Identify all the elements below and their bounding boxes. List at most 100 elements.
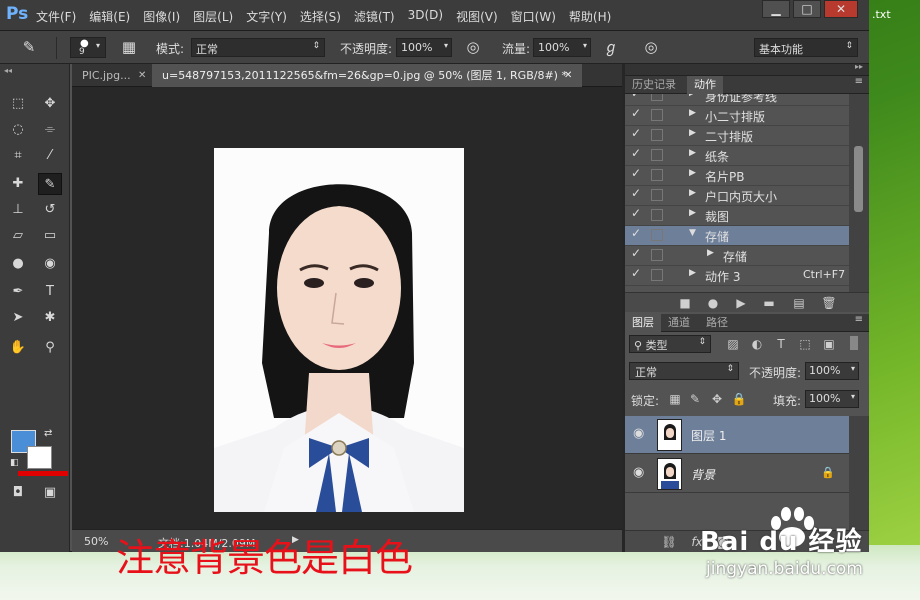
lock-transparent-icon[interactable]: ▦: [665, 389, 685, 409]
lock-image-icon[interactable]: ✎: [685, 389, 705, 409]
scrollbar-thumb[interactable]: [854, 146, 863, 212]
dodge-tool-icon[interactable]: ◉: [38, 253, 62, 275]
action-row[interactable]: ✓ ▶ 户口内页大小: [625, 186, 849, 206]
actions-scrollbar[interactable]: [849, 94, 869, 292]
flow-input[interactable]: 100% ▾: [533, 38, 591, 57]
collapsed-triangle-icon[interactable]: ▶: [689, 208, 696, 218]
tab-paths[interactable]: 路径: [699, 314, 735, 332]
dialog-toggle-box[interactable]: [651, 269, 663, 281]
action-row[interactable]: ✓ ▶ 名片PB: [625, 166, 849, 186]
tab-layers[interactable]: 图层: [625, 314, 661, 332]
zoom-tool-icon[interactable]: ⚲: [38, 337, 62, 359]
collapsed-triangle-icon[interactable]: ▶: [689, 188, 696, 198]
menu-item[interactable]: 文字(Y): [246, 8, 287, 25]
swap-colors-icon[interactable]: ⇄: [44, 428, 52, 439]
close-button[interactable]: ✕: [824, 0, 858, 18]
default-colors-icon[interactable]: ◧: [10, 458, 19, 468]
menu-item[interactable]: 图层(L): [193, 8, 233, 25]
dialog-toggle-box[interactable]: [651, 249, 663, 261]
menu-item[interactable]: 视图(V): [456, 8, 498, 25]
dialog-toggle-box[interactable]: [651, 94, 663, 101]
crop-tool-icon[interactable]: ⌗: [6, 145, 30, 167]
maximize-button[interactable]: □: [793, 0, 821, 18]
opacity-input[interactable]: 100% ▾: [396, 38, 452, 57]
collapsed-triangle-icon[interactable]: ▶: [689, 128, 696, 138]
menu-item[interactable]: 3D(D): [408, 8, 443, 25]
play-icon[interactable]: ▶: [731, 293, 751, 313]
blur-tool-icon[interactable]: ●: [6, 253, 30, 275]
collapse-icon[interactable]: ◂◂: [4, 66, 12, 75]
check-icon[interactable]: ✓: [631, 226, 645, 240]
zoom-level[interactable]: 50%: [84, 535, 108, 548]
lock-all-icon[interactable]: 🔒: [729, 389, 749, 409]
type-tool-icon[interactable]: T: [38, 281, 62, 303]
action-row[interactable]: ✓ ▶ 存储: [625, 246, 849, 266]
menu-item[interactable]: 帮助(H): [569, 8, 611, 25]
check-icon[interactable]: ✓: [631, 166, 645, 180]
healing-brush-tool-icon[interactable]: ✚: [6, 173, 30, 195]
check-icon[interactable]: ✓: [631, 206, 645, 220]
menu-item[interactable]: 选择(S): [300, 8, 341, 25]
id-photo[interactable]: [214, 148, 464, 512]
minimize-button[interactable]: ▁: [762, 0, 790, 18]
collapsed-triangle-icon[interactable]: ▶: [689, 94, 696, 98]
smart-object-filter-icon[interactable]: ▣: [819, 334, 839, 354]
custom-shape-tool-icon[interactable]: ✱: [38, 307, 62, 329]
shape-filter-icon[interactable]: ⬚: [795, 334, 815, 354]
visibility-eye-icon[interactable]: ◉: [633, 465, 644, 480]
brush-preset-picker[interactable]: ● 9 ▾: [70, 37, 106, 58]
pen-tool-icon[interactable]: ✒: [6, 281, 30, 303]
action-row[interactable]: ✓ ▶ 裁图: [625, 206, 849, 226]
tab-actions[interactable]: 动作: [687, 76, 723, 94]
check-icon[interactable]: ✓: [631, 94, 645, 100]
menu-item[interactable]: 文件(F): [36, 8, 76, 25]
dialog-toggle-box[interactable]: [651, 229, 663, 241]
visibility-eye-icon[interactable]: ◉: [633, 426, 644, 441]
type-filter-icon[interactable]: T: [771, 334, 791, 354]
dialog-toggle-box[interactable]: [651, 169, 663, 181]
filter-toggle[interactable]: [850, 336, 858, 350]
quick-selection-tool-icon[interactable]: ⌯: [38, 119, 62, 141]
hand-tool-icon[interactable]: ✋: [6, 337, 30, 359]
brush-tool-icon[interactable]: ✎: [18, 36, 40, 58]
dialog-toggle-box[interactable]: [651, 209, 663, 221]
pixel-filter-icon[interactable]: ▨: [723, 334, 743, 354]
fill-input[interactable]: 100% ▾: [805, 390, 859, 408]
action-row[interactable]: ✓ ▶ 二寸排版: [625, 126, 849, 146]
menu-item[interactable]: 窗口(W): [511, 8, 556, 25]
tab-history[interactable]: 历史记录: [625, 76, 683, 94]
menu-item[interactable]: 滤镜(T): [354, 8, 395, 25]
path-selection-tool-icon[interactable]: ➤: [6, 307, 30, 329]
move-tool-icon[interactable]: ✥: [38, 93, 62, 115]
marquee-tool-icon[interactable]: ⬚: [6, 93, 30, 115]
screen-mode-icon[interactable]: ▣: [38, 482, 62, 504]
check-icon[interactable]: ✓: [631, 126, 645, 140]
action-row[interactable]: ✓ ▶ 身份证参考线: [625, 94, 849, 106]
close-tab-icon[interactable]: ✕: [564, 64, 572, 87]
check-icon[interactable]: ✓: [631, 246, 645, 260]
close-tab-icon[interactable]: ✕: [138, 64, 146, 87]
blend-mode-select[interactable]: 正常 ⇕: [629, 362, 739, 380]
eraser-tool-icon[interactable]: ▱: [6, 225, 30, 247]
workspace-select[interactable]: 基本功能 ⇕: [754, 38, 858, 57]
clone-stamp-tool-icon[interactable]: ⊥: [6, 199, 30, 221]
action-row[interactable]: ✓ ▶ 小二寸排版: [625, 106, 849, 126]
brush-tool-button-icon[interactable]: ✎: [38, 173, 62, 195]
menu-item[interactable]: 图像(I): [143, 8, 180, 25]
dialog-toggle-box[interactable]: [651, 189, 663, 201]
mode-select[interactable]: 正常 ⇕: [191, 38, 325, 57]
dialog-toggle-box[interactable]: [651, 149, 663, 161]
tab-active-document[interactable]: u=548797153,2011122565&fm=26&gp=0.jpg @ …: [152, 64, 582, 87]
desktop-file-label[interactable]: .txt: [872, 8, 891, 21]
check-icon[interactable]: ✓: [631, 106, 645, 120]
link-layers-icon[interactable]: ⛓: [659, 532, 679, 552]
eyedropper-tool-icon[interactable]: ⁄: [38, 145, 62, 167]
collapsed-triangle-icon[interactable]: ▶: [689, 268, 696, 278]
tab-pic-jpg[interactable]: PIC.jpg... ✕: [72, 64, 150, 87]
airbrush-icon[interactable]: ℊ: [600, 36, 622, 58]
collapsed-triangle-icon[interactable]: ▶: [689, 148, 696, 158]
lock-position-icon[interactable]: ✥: [707, 389, 727, 409]
action-row[interactable]: ✓ ▼ 存储: [625, 226, 849, 246]
dialog-toggle-box[interactable]: [651, 109, 663, 121]
action-row[interactable]: ✓ ▶ 纸条: [625, 146, 849, 166]
